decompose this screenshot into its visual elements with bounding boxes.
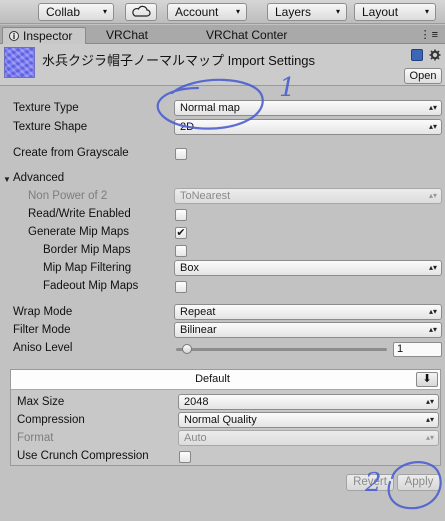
texture-shape-label: Texture Shape: [13, 121, 88, 133]
svg-text:i: i: [13, 32, 16, 41]
layers-label: Layers: [275, 5, 312, 19]
updown-icon: ▴▾: [425, 397, 434, 406]
tab-inspector[interactable]: i Inspector: [2, 27, 86, 44]
format-value: Auto: [184, 432, 207, 444]
aniso-slider-track[interactable]: [176, 348, 387, 351]
use-crunch-label: Use Crunch Compression: [17, 450, 149, 462]
top-toolbar: Collab ▾ Account ▾ Layers ▾ Layout ▾: [0, 0, 445, 24]
compression-label: Compression: [17, 414, 85, 426]
updown-icon: ▴▾: [428, 191, 437, 200]
tab-vrchat-conter[interactable]: VRChat Conter: [186, 27, 302, 44]
compression-value: Normal Quality: [184, 414, 257, 426]
checkmark-icon: ✔: [176, 227, 186, 239]
filter-mode-label: Filter Mode: [13, 324, 71, 336]
account-label: Account: [175, 5, 219, 19]
help-book-icon[interactable]: [410, 49, 423, 61]
layout-label: Layout: [362, 5, 399, 19]
platform-tab-header: Default ⬇: [11, 370, 440, 390]
create-from-grayscale-checkbox[interactable]: [175, 148, 187, 160]
tab-menu-icon[interactable]: ⋮≡: [420, 28, 439, 41]
mip-map-filtering-value: Box: [180, 262, 199, 274]
wrap-mode-dropdown[interactable]: Repeat ▴▾: [174, 304, 442, 320]
updown-icon: ▴▾: [428, 103, 437, 112]
download-arrow-icon[interactable]: ⬇: [416, 372, 438, 387]
chevron-down-icon: ▾: [235, 7, 240, 16]
texture-type-value: Normal map: [180, 102, 240, 114]
aniso-level-field[interactable]: 1: [393, 342, 442, 357]
updown-icon: ▴▾: [428, 307, 437, 316]
account-button[interactable]: Account ▾: [167, 3, 247, 21]
tab-bar: i Inspector VRChat VRChat Conter ⋮≡: [0, 25, 445, 44]
max-size-value: 2048: [184, 396, 209, 408]
tab-vrchat[interactable]: VRChat: [86, 27, 162, 44]
tab-inspector-label: Inspector: [23, 29, 73, 43]
texture-shape-dropdown[interactable]: 2D ▴▾: [174, 119, 442, 135]
aniso-level-label: Aniso Level: [13, 342, 73, 354]
texture-type-dropdown[interactable]: Normal map ▴▾: [174, 100, 442, 116]
border-mip-maps-checkbox[interactable]: [175, 245, 187, 257]
generate-mip-maps-label: Generate Mip Maps: [28, 226, 129, 238]
layers-button[interactable]: Layers ▾: [267, 3, 347, 21]
fadeout-mip-maps-label: Fadeout Mip Maps: [43, 280, 139, 292]
updown-icon: ▴▾: [425, 433, 434, 442]
filter-mode-dropdown[interactable]: Bilinear ▴▾: [174, 322, 442, 338]
layout-button[interactable]: Layout ▾: [354, 3, 436, 21]
tab-vrchat-label: VRChat: [106, 28, 149, 42]
filter-mode-value: Bilinear: [180, 324, 217, 336]
updown-icon: ▴▾: [428, 325, 437, 334]
non-power-of-2-value: ToNearest: [180, 190, 231, 202]
revert-button[interactable]: Revert: [346, 474, 394, 491]
inspector-icon: i: [9, 31, 19, 41]
border-mip-maps-label: Border Mip Maps: [43, 244, 131, 256]
updown-icon: ▴▾: [425, 415, 434, 424]
use-crunch-checkbox[interactable]: [179, 451, 191, 463]
wrap-mode-value: Repeat: [180, 306, 216, 318]
cloud-icon: [132, 5, 151, 17]
collab-button[interactable]: Collab ▾: [38, 3, 114, 21]
tab-vrchat-conter-label: VRChat Conter: [206, 28, 288, 42]
generate-mip-maps-checkbox[interactable]: ✔: [175, 227, 187, 239]
asset-title: 水兵クジラ帽子ノーマルマップ Import Settings: [42, 53, 316, 68]
aniso-slider-thumb[interactable]: [182, 344, 192, 354]
max-size-label: Max Size: [17, 396, 65, 408]
inspector-header: 水兵クジラ帽子ノーマルマップ Import Settings Open: [0, 44, 445, 86]
updown-icon: ▴▾: [428, 122, 437, 131]
non-power-of-2-label: Non Power of 2: [28, 190, 108, 202]
max-size-dropdown[interactable]: 2048 ▴▾: [178, 394, 439, 410]
format-dropdown: Auto ▴▾: [178, 430, 439, 446]
updown-icon: ▴▾: [428, 263, 437, 272]
format-label: Format: [17, 432, 54, 444]
read-write-label: Read/Write Enabled: [28, 208, 131, 220]
apply-button[interactable]: Apply: [397, 474, 441, 491]
create-from-grayscale-label: Create from Grayscale: [13, 147, 129, 159]
platform-settings-panel: Default ⬇ Max Size 2048 ▴▾ Compression N…: [10, 369, 441, 466]
compression-dropdown[interactable]: Normal Quality ▴▾: [178, 412, 439, 428]
collab-label: Collab: [46, 5, 81, 19]
chevron-down-icon: ▾: [424, 7, 429, 16]
advanced-foldout-label[interactable]: Advanced: [13, 172, 64, 184]
tab-default-platform[interactable]: Default: [11, 370, 414, 389]
chevron-down-icon: ▾: [102, 7, 107, 16]
texture-thumbnail: [4, 47, 35, 78]
header-icons: [408, 49, 441, 63]
texture-type-label: Texture Type: [13, 102, 79, 114]
mip-map-filtering-dropdown[interactable]: Box ▴▾: [174, 260, 442, 276]
texture-shape-value: 2D: [180, 121, 195, 133]
cloud-button[interactable]: [125, 3, 157, 21]
read-write-checkbox[interactable]: [175, 209, 187, 221]
wrap-mode-label: Wrap Mode: [13, 306, 73, 318]
open-button[interactable]: Open: [404, 68, 442, 84]
mip-map-filtering-label: Mip Map Filtering: [43, 262, 132, 274]
non-power-of-2-dropdown: ToNearest ▴▾: [174, 188, 442, 204]
chevron-down-icon: ▾: [335, 7, 340, 16]
foldout-open-icon[interactable]: ▼: [3, 175, 11, 184]
settings-gear-icon[interactable]: [429, 49, 441, 61]
fadeout-mip-maps-checkbox[interactable]: [175, 281, 187, 293]
